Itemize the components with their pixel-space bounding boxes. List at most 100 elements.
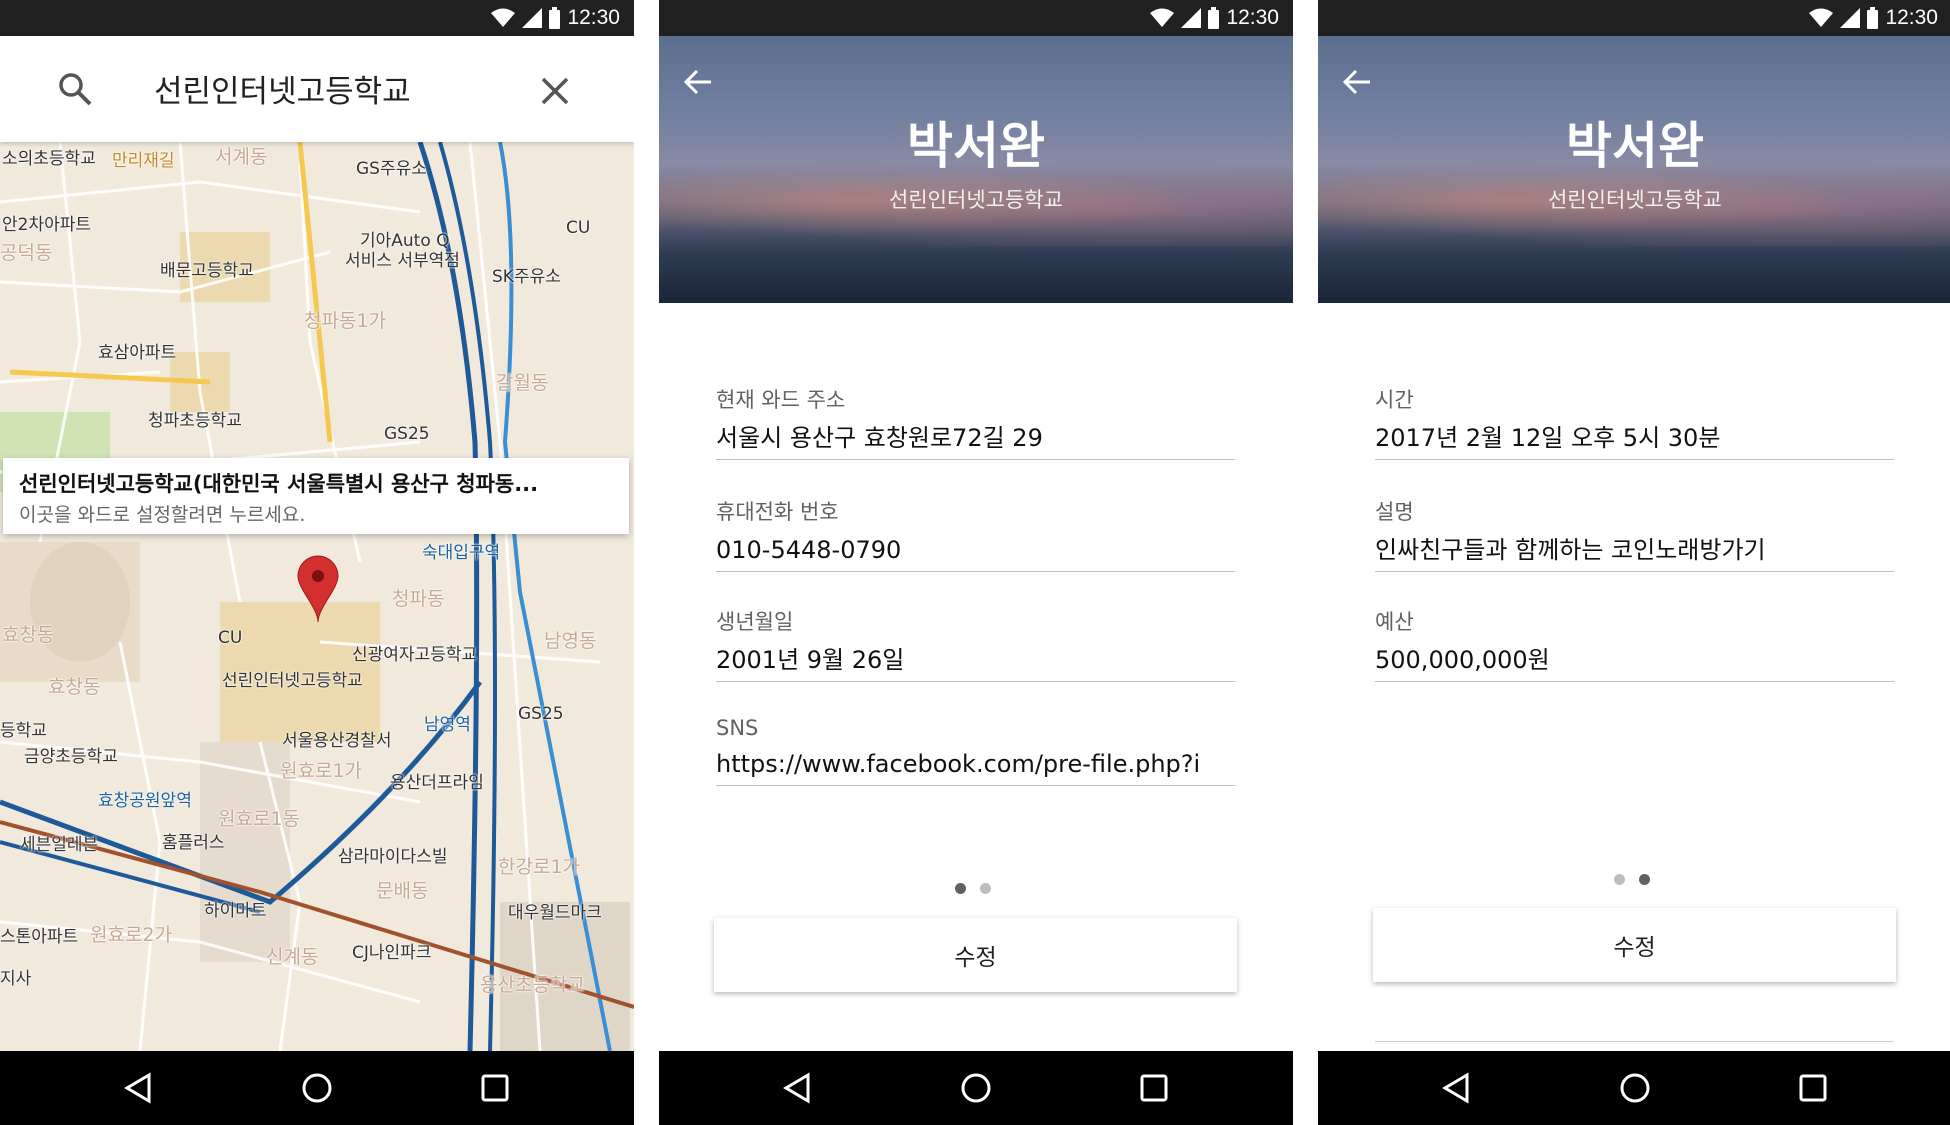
edit-button[interactable]: 수정 — [1373, 908, 1896, 982]
status-bar: 12:30 — [0, 0, 634, 36]
home-nav-icon[interactable] — [293, 1064, 341, 1112]
map-label: CU — [218, 628, 243, 648]
birthday-field[interactable]: 2001년 9월 26일 — [716, 643, 1235, 682]
wifi-icon — [1150, 8, 1175, 27]
map-label: 숙대입구역 — [422, 543, 501, 563]
search-bar: 선린인터넷고등학교 — [0, 36, 634, 142]
map-label: 배문고등학교 — [160, 261, 254, 281]
map-label: 만리재길 — [112, 151, 175, 171]
map-label: 공덕동 — [0, 242, 53, 264]
budget-field[interactable]: 500,000,000원 — [1375, 643, 1894, 682]
field-phone: 휴대전화 번호 010-5448-0790 — [716, 496, 1235, 572]
map-label: 원효로1동 — [218, 808, 301, 830]
map-label: 대우월드마크 — [508, 903, 602, 923]
map-label: 한강로1가 — [498, 856, 581, 878]
navigation-bar — [659, 1051, 1293, 1125]
navigation-bar — [1318, 1051, 1950, 1125]
address-field[interactable]: 서울시 용산구 효창원로72길 29 — [716, 421, 1235, 460]
map-label: 효창동 — [2, 624, 55, 646]
battery-icon — [1867, 7, 1879, 29]
field-label: 설명 — [1375, 500, 1414, 524]
profile-screen-page-2: 12:30 박서완 선린인터넷고등학교 시간 2017년 2월 12일 오후 5… — [1318, 0, 1950, 1125]
recents-nav-icon[interactable] — [1789, 1064, 1837, 1112]
search-icon[interactable] — [58, 72, 92, 106]
signal-icon — [522, 8, 543, 28]
search-input[interactable]: 선린인터넷고등학교 — [154, 66, 411, 111]
phone-field[interactable]: 010-5448-0790 — [716, 533, 1235, 572]
profile-screen-page-1: 12:30 박서완 선린인터넷고등학교 현재 와드 주소 서울시 용산구 효창원… — [659, 0, 1293, 1125]
field-label: 휴대전화 번호 — [716, 500, 839, 524]
time-field[interactable]: 2017년 2월 12일 오후 5시 30분 — [1375, 421, 1894, 460]
field-label: 예산 — [1375, 610, 1414, 634]
close-icon[interactable] — [541, 77, 569, 105]
recents-nav-icon[interactable] — [1130, 1064, 1178, 1112]
back-arrow-icon[interactable] — [1340, 64, 1376, 100]
map-label: GS25 — [518, 704, 564, 724]
edit-button[interactable]: 수정 — [714, 918, 1237, 992]
map-label: 삼라마이다스빌 — [338, 847, 448, 867]
map-label: 신광여자고등학교 — [352, 645, 478, 665]
field-birthday: 생년월일 2001년 9월 26일 — [716, 606, 1235, 682]
page-dot-2 — [1639, 874, 1650, 885]
place-hint: 이곳을 와드로 설정할려면 누르세요. — [19, 504, 306, 526]
field-label: 현재 와드 주소 — [716, 388, 846, 412]
navigation-bar — [0, 1051, 634, 1125]
divider — [1375, 1041, 1894, 1042]
description-field[interactable]: 인싸친구들과 함께하는 코인노래방가기 — [1375, 533, 1894, 572]
map-view[interactable]: 소의초등학교 만리재길 서계동 GS주유소 안2차아파트 공덕동 CU 기아Au… — [0, 142, 634, 1051]
map-label: 효창공원앞역 — [98, 791, 192, 811]
profile-header: 박서완 선린인터넷고등학교 — [659, 36, 1293, 303]
field-budget: 예산 500,000,000원 — [1375, 606, 1894, 682]
profile-header: 박서완 선린인터넷고등학교 — [1318, 36, 1950, 303]
field-address: 현재 와드 주소 서울시 용산구 효창원로72길 29 — [716, 384, 1235, 460]
map-label: 세븐일레븐 — [20, 835, 99, 855]
map-label: GS25 — [384, 424, 430, 444]
recents-nav-icon[interactable] — [471, 1064, 519, 1112]
home-nav-icon[interactable] — [1611, 1064, 1659, 1112]
map-label: 문배동 — [376, 880, 429, 902]
place-info-card[interactable]: 선린인터넷고등학교(대한민국 서울특별시 용산구 청파동... 이곳을 와드로 … — [3, 458, 629, 534]
map-label: 서계동 — [215, 146, 268, 168]
field-time: 시간 2017년 2월 12일 오후 5시 30분 — [1375, 384, 1894, 460]
page-dot-1 — [955, 883, 966, 894]
field-label: 시간 — [1375, 388, 1414, 412]
place-title: 선린인터넷고등학교(대한민국 서울특별시 용산구 청파동... — [19, 472, 539, 496]
wifi-icon — [1809, 8, 1834, 27]
back-nav-icon[interactable] — [1432, 1064, 1480, 1112]
battery-icon — [549, 7, 561, 29]
map-label: 안2차아파트 — [2, 215, 92, 235]
page-indicator — [955, 883, 991, 894]
map-label: 용산초등학교 — [480, 974, 585, 996]
status-time: 12:30 — [567, 6, 620, 29]
back-nav-icon[interactable] — [773, 1064, 821, 1112]
status-time: 12:30 — [1885, 6, 1938, 29]
home-nav-icon[interactable] — [952, 1064, 1000, 1112]
field-sns: SNS https://www.facebook.com/pre-file.ph… — [716, 716, 1235, 786]
status-bar: 12:30 — [1318, 0, 1950, 36]
wifi-icon — [491, 8, 516, 27]
map-label: 서울용산경찰서 — [282, 731, 392, 751]
map-label: 남영역 — [424, 715, 471, 735]
map-label: 홈플러스 — [162, 833, 225, 853]
profile-school: 선린인터넷고등학교 — [1548, 188, 1722, 212]
map-label: 원효로2가 — [90, 924, 173, 946]
sns-field[interactable]: https://www.facebook.com/pre-file.php?i — [716, 747, 1235, 786]
status-bar: 12:30 — [659, 0, 1293, 36]
map-label: 청파동 — [392, 588, 445, 610]
profile-name: 박서완 — [1566, 117, 1704, 175]
field-description: 설명 인싸친구들과 함께하는 코인노래방가기 — [1375, 496, 1894, 572]
signal-icon — [1181, 8, 1202, 28]
map-label: 하이마트 — [204, 901, 267, 921]
map-label: 청파동1가 — [304, 310, 387, 332]
map-label: SK주유소 — [492, 267, 561, 287]
page-dot-2 — [980, 883, 991, 894]
back-arrow-icon[interactable] — [681, 64, 717, 100]
map-label: 등학교 — [0, 721, 47, 741]
map-screen: 12:30 선린인터넷고등학교 소의초등학교 만리재길 서계동 GS주유소 안2… — [0, 0, 634, 1125]
map-label: 남영동 — [544, 630, 597, 652]
map-label: CJ나인파크 — [352, 943, 432, 963]
map-label: 효창동 — [48, 676, 101, 698]
back-nav-icon[interactable] — [114, 1064, 162, 1112]
map-label: 서비스 서부역점 — [345, 251, 460, 271]
profile-school: 선린인터넷고등학교 — [889, 188, 1063, 212]
